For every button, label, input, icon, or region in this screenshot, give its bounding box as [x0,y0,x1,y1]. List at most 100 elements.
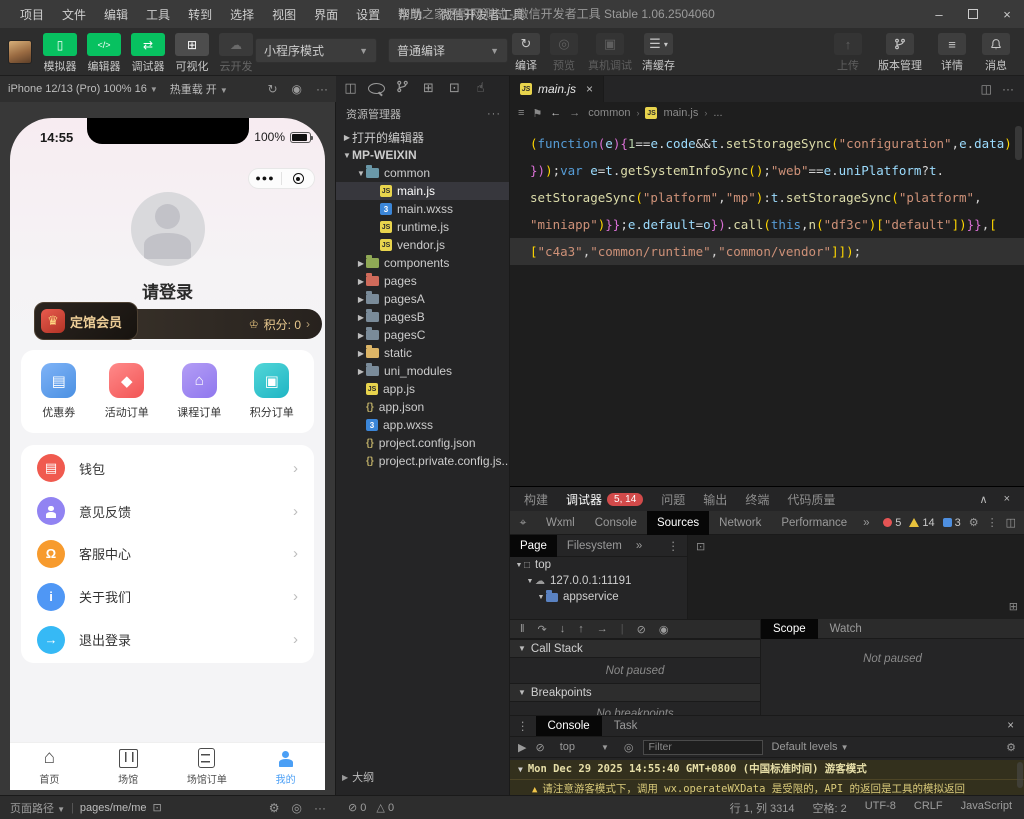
outline-section[interactable]: ▶ 大纲 [342,769,374,785]
pause-icon[interactable]: ‖ [520,623,525,635]
panel-tab-调试器[interactable]: 调试器5, 14 [566,491,643,508]
action-清缓存[interactable]: ☰▾清缓存 [642,33,675,73]
eye-icon[interactable]: ◎ [292,801,302,815]
collapse-icon[interactable]: ∧ [980,493,988,506]
tab-场馆[interactable]: 场馆 [89,743,168,790]
scope-tab-Scope[interactable]: Scope [761,619,818,639]
more-icon[interactable]: ··· [1002,82,1014,96]
capsule-close-button[interactable] [282,173,314,184]
action-真机调试[interactable]: ▣真机调试 [588,33,632,73]
panel-tab-构建[interactable]: 构建 [524,491,548,508]
tree-item-app.wxss[interactable]: 3app.wxss [336,416,509,434]
filter-input[interactable]: Filter [643,740,763,755]
kebab-icon[interactable]: ⋮ [987,516,998,529]
action-消息[interactable]: 消息 [982,33,1010,73]
close-icon[interactable]: × [586,82,593,96]
shortcut-课程订单[interactable]: ⌂课程订单 [177,363,221,420]
tab-main-js[interactable]: JS main.js × [510,76,604,102]
copy-icon[interactable]: ⊡ [153,801,162,814]
console-tab-Task[interactable]: Task [602,716,650,736]
tree-item-pages[interactable]: ▶pages [336,272,509,290]
status-item-0[interactable]: 行 1, 列 3314 [730,800,795,816]
menu-item-意见反馈[interactable]: 意见反馈› [21,490,314,533]
action-编译[interactable]: ↻编译 [512,33,540,73]
toggle-云开发[interactable]: ☁云开发 [218,33,254,74]
console-message[interactable]: ▼Mon Dec 29 2025 14:55:40 GMT+0800 (中国标准… [510,760,1024,780]
kebab-icon[interactable]: ⋮ [510,719,536,733]
status-item-2[interactable]: UTF-8 [865,800,896,816]
tree-item-main.wxss[interactable]: 3main.wxss [336,200,509,218]
maximize-button[interactable] [956,0,990,28]
breadcrumb-item[interactable]: main.js [663,107,698,119]
source-tree-127.0.0.1:11191[interactable]: ▼☁127.0.0.1:11191 [510,573,687,589]
menu-item-7[interactable]: 界面 [306,3,346,26]
menu-item-3[interactable]: 工具 [138,3,178,26]
git-branch-icon[interactable] [394,80,411,97]
context-select[interactable]: top ▼ [554,741,615,753]
kebab-icon[interactable]: ⋮ [668,539,688,553]
tree-item-common[interactable]: ▼common [336,164,509,182]
user-avatar-placeholder[interactable] [131,192,205,266]
overflow-icon[interactable]: » [636,540,642,552]
devtools-tab-Sources[interactable]: Sources [647,511,709,535]
compile-config-icon[interactable]: ⚙ [269,801,280,815]
menu-item-关于我们[interactable]: i关于我们› [21,575,314,618]
console-tab-Console[interactable]: Console [536,716,602,736]
tree-item-pagesA[interactable]: ▶pagesA [336,290,509,308]
tree-item-pagesB[interactable]: ▶pagesB [336,308,509,326]
clear-console-icon[interactable]: ⊘ [535,741,544,754]
tab-我的[interactable]: 我的 [246,743,325,790]
tree-item-app.json[interactable]: {}app.json [336,398,509,416]
tree-item-vendor.js[interactable]: JSvendor.js [336,236,509,254]
expand-icon[interactable]: ⊞ [1009,600,1018,613]
devtools-tab-Network[interactable]: Network [709,511,771,535]
status-item-4[interactable]: JavaScript [961,800,1012,816]
mode-select[interactable]: 小程序模式 ▼ [255,38,377,63]
toggle-编辑器[interactable]: </>编辑器 [86,33,122,74]
tree-item-project.config.json[interactable]: {}project.config.json [336,434,509,452]
hand-icon[interactable]: ☝ [472,80,489,97]
step-over-icon[interactable]: ↷ [538,623,547,636]
error-count[interactable]: 5 [883,517,901,529]
code-editor[interactable]: (function(e){1==e.code&&t.setStorageSync… [510,124,1024,486]
scope-tab-Watch[interactable]: Watch [818,619,874,639]
action-上传[interactable]: ↑上传 [834,33,862,73]
page-path-select[interactable]: 页面路径 ▼ [10,800,65,816]
breadcrumb-item[interactable]: common [588,107,630,119]
extensions-icon[interactable]: ⊞ [420,80,437,97]
member-banner[interactable]: ♔ 积分: 0 › ♛ 定馆会员 [34,306,322,340]
pause-on-exceptions-icon[interactable]: ◉ [659,623,669,636]
console-settings-icon[interactable]: ⚙ [1006,741,1016,754]
login-prompt[interactable]: 请登录 [10,278,325,303]
refresh-icon[interactable]: ↻ [267,82,277,96]
inspect-icon[interactable]: ⌖ [510,515,536,530]
user-avatar[interactable] [8,40,32,64]
dock-side-icon[interactable]: ◫ [1006,516,1016,529]
outline-list-icon[interactable]: ≡ [518,107,524,119]
menu-item-6[interactable]: 视图 [264,3,304,26]
menu-item-4[interactable]: 转到 [180,3,220,26]
devtools-tab-Wxml[interactable]: Wxml [536,511,585,535]
record-icon[interactable]: ◉ [292,82,302,96]
tab-场馆订单[interactable]: 场馆订单 [168,743,247,790]
action-详情[interactable]: ≡详情 [938,33,966,73]
menu-item-8[interactable]: 设置 [348,3,388,26]
levels-select[interactable]: Default levels ▼ [772,741,849,753]
panel-tab-问题[interactable]: 问题 [661,491,685,508]
toggle-可视化[interactable]: ⊞可视化 [174,33,210,74]
action-预览[interactable]: ◎预览 [550,33,578,73]
compile-select[interactable]: 普通编译 ▼ [388,38,508,63]
menu-item-1[interactable]: 文件 [54,3,94,26]
tree-item-MP-WEIXIN[interactable]: ▼MP-WEIXIN [336,146,509,164]
tree-item-pagesC[interactable]: ▶pagesC [336,326,509,344]
source-tree-appservice[interactable]: ▼appservice [510,589,687,605]
collapse-pane-icon[interactable]: ⊡ [696,540,705,553]
devtools-tab-Console[interactable]: Console [585,511,647,535]
toggle-模拟器[interactable]: ▯模拟器 [42,33,78,74]
status-item-3[interactable]: CRLF [914,800,943,816]
tab-首页[interactable]: ⌂首页 [10,743,89,790]
close-icon[interactable]: × [1007,720,1024,732]
more-icon[interactable]: ··· [316,82,328,96]
settings-gear-icon[interactable]: ⚙ [969,516,979,529]
split-editor-icon[interactable]: ◫ [981,82,992,96]
